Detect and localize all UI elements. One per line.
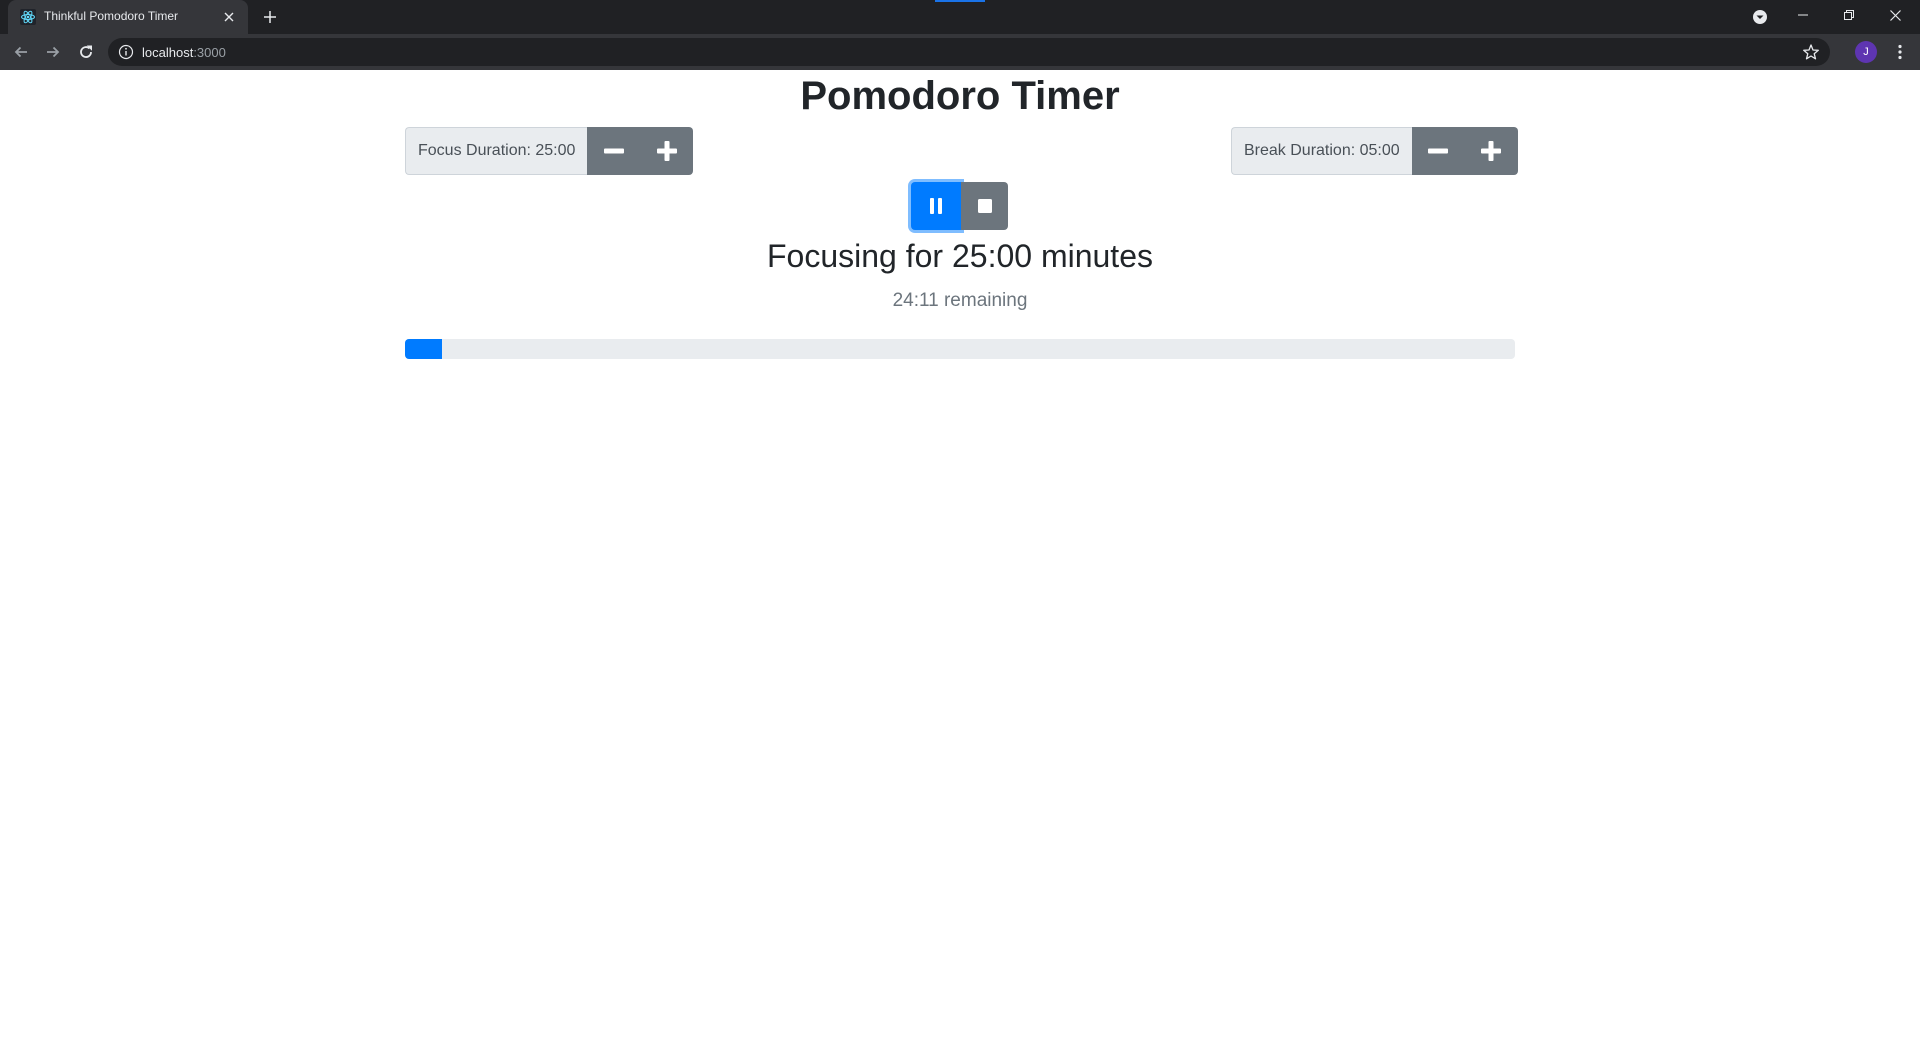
- loading-indicator: [935, 0, 985, 2]
- break-duration-control: Break Duration: 05:00: [1231, 127, 1518, 175]
- increase-break-button[interactable]: [1464, 127, 1518, 175]
- stop-icon: [977, 199, 992, 213]
- bookmark-star-icon[interactable]: [1802, 43, 1820, 61]
- plus-icon: [1481, 141, 1502, 161]
- browser-tabstrip: Thinkful Pomodoro Timer: [0, 0, 1920, 34]
- minimize-icon[interactable]: [1780, 0, 1826, 30]
- address-bar[interactable]: localhost:3000: [108, 38, 1830, 66]
- play-pause-button[interactable]: [911, 182, 961, 230]
- react-atom-icon: [20, 9, 36, 25]
- focus-duration-control: Focus Duration: 25:00: [405, 127, 694, 175]
- url-port: :3000: [193, 45, 226, 60]
- page-content: Pomodoro Timer Focus Duration: 25:00 Bre…: [0, 70, 1920, 1040]
- session-progress: [405, 339, 1515, 359]
- close-tab-icon[interactable]: [218, 6, 240, 28]
- close-window-icon[interactable]: [1872, 0, 1918, 30]
- page-title: Pomodoro Timer: [800, 74, 1120, 118]
- focus-duration-label: Focus Duration: 25:00: [405, 127, 588, 175]
- timer-controls: [911, 182, 1008, 230]
- session-progress-bar: [405, 339, 442, 359]
- url-text: localhost:3000: [142, 45, 226, 60]
- browser-toolbar: localhost:3000 J: [0, 34, 1920, 70]
- increase-focus-button[interactable]: [640, 127, 694, 175]
- stop-button[interactable]: [961, 182, 1008, 230]
- session-remaining: 24:11 remaining: [892, 290, 1028, 311]
- browser-tab[interactable]: Thinkful Pomodoro Timer: [8, 0, 248, 34]
- profile-avatar[interactable]: J: [1855, 41, 1877, 63]
- new-tab-icon[interactable]: [258, 5, 282, 29]
- tab-title: Thinkful Pomodoro Timer: [44, 9, 179, 23]
- break-duration-label: Break Duration: 05:00: [1231, 127, 1412, 175]
- decrease-break-button[interactable]: [1411, 127, 1465, 175]
- url-host: localhost: [142, 45, 194, 60]
- minus-icon: [603, 148, 624, 154]
- decrease-focus-button[interactable]: [587, 127, 641, 175]
- reload-icon[interactable]: [73, 39, 99, 65]
- minus-icon: [1428, 148, 1449, 154]
- plus-icon: [656, 141, 677, 161]
- restore-icon[interactable]: [1826, 0, 1872, 30]
- site-info-icon[interactable]: [118, 44, 134, 60]
- pause-icon: [930, 198, 942, 214]
- back-arrow-icon[interactable]: [8, 39, 34, 65]
- tab-search-icon[interactable]: [1750, 7, 1770, 27]
- forward-arrow-icon[interactable]: [40, 39, 66, 65]
- session-title: Focusing for 25:00 minutes: [767, 238, 1153, 274]
- kebab-menu-icon[interactable]: [1890, 42, 1910, 62]
